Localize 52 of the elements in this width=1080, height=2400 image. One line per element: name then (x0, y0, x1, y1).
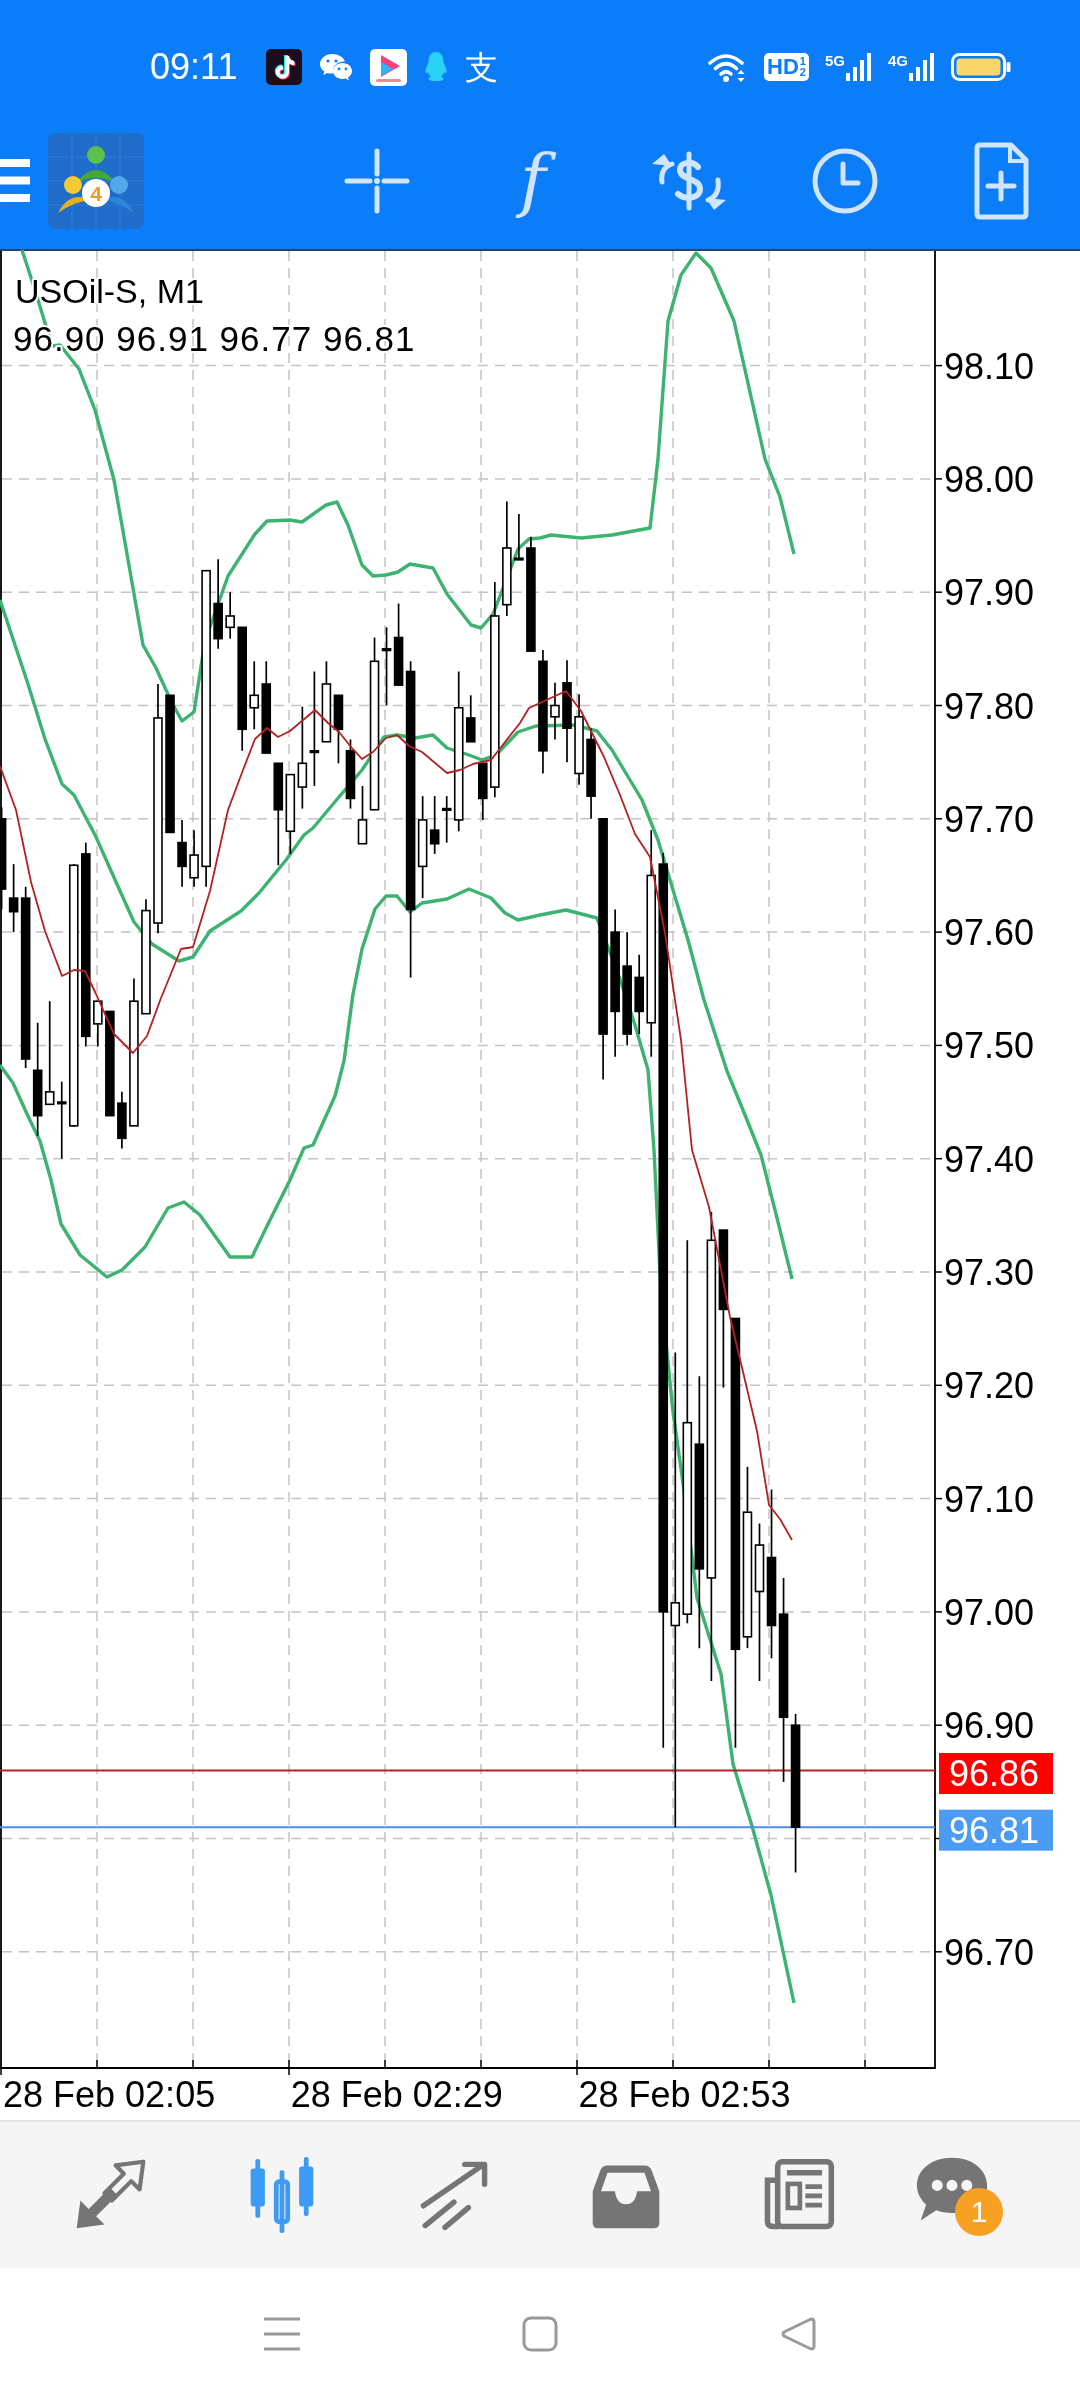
menu-button[interactable] (0, 159, 30, 202)
back-button[interactable] (780, 2316, 816, 2352)
time-axis-label: 28 Feb 02:05 (3, 2074, 216, 2115)
price-axis-label: 97.10 (944, 1478, 1035, 1520)
ask-price-tag: 96.86 (939, 1753, 1053, 1794)
price-axis-label: 97.80 (944, 685, 1035, 727)
crosshair-button[interactable] (344, 147, 410, 214)
chat-bubbles-icon (319, 52, 354, 82)
price-axis-label: 97.90 (944, 572, 1035, 614)
trade-button[interactable] (650, 149, 728, 212)
price-axis-label: 97.70 (944, 798, 1035, 840)
time-axis-label: 28 Feb 02:53 (578, 2074, 791, 2115)
menu-button[interactable] (263, 2317, 301, 2351)
penguin-icon (424, 51, 449, 83)
price-axis-label: 97.20 (944, 1365, 1035, 1407)
price-axis-label: 97.00 (944, 1591, 1035, 1633)
new-order-button[interactable] (973, 141, 1029, 220)
crosshair-icon (344, 147, 410, 214)
document-plus-icon (973, 141, 1029, 220)
back-icon (780, 2316, 816, 2352)
trade-tab[interactable] (418, 2159, 490, 2231)
signal-bars-icon (909, 53, 935, 81)
messages-tab[interactable]: 1 (915, 2154, 1003, 2236)
price-axis-label: 98.10 (944, 345, 1035, 387)
price-axis-label: 97.50 (944, 1025, 1035, 1067)
music-note-icon (266, 49, 303, 85)
function-button[interactable]: f (504, 131, 562, 230)
menu-icon (263, 2317, 301, 2351)
price-axis-label: 97.40 (944, 1138, 1035, 1180)
dollar-arrows-icon (650, 149, 728, 212)
price-axis-label: 96.90 (944, 1705, 1035, 1747)
app-logo: 4 (48, 132, 144, 229)
trend-arrow-icon (418, 2159, 490, 2231)
signal-bars-icon (846, 53, 872, 81)
price-axis-label: 97.60 (944, 912, 1035, 954)
price-axis-label: 98.00 (944, 458, 1035, 500)
bid-price-tag: 96.81 (939, 1809, 1053, 1851)
network-type-label: 5G (824, 53, 845, 68)
clock-icon (812, 147, 878, 214)
square-icon (522, 2316, 558, 2352)
play-tile-icon (370, 48, 408, 86)
timeframe-button[interactable] (812, 147, 878, 214)
menu-icon (0, 159, 30, 202)
price-axis-label: 97.30 (944, 1252, 1035, 1293)
battery-icon (951, 53, 1011, 81)
home-button[interactable] (522, 2316, 558, 2352)
price-axis-label: 96.70 (944, 1931, 1035, 1973)
clock-time: 09:11 (150, 49, 238, 85)
notification-badge: 1 (955, 2188, 1003, 2236)
notification-glyph: 支 (465, 50, 499, 84)
time-axis-label: 28 Feb 02:29 (290, 2074, 503, 2115)
network-type-label: 4G (888, 53, 908, 68)
